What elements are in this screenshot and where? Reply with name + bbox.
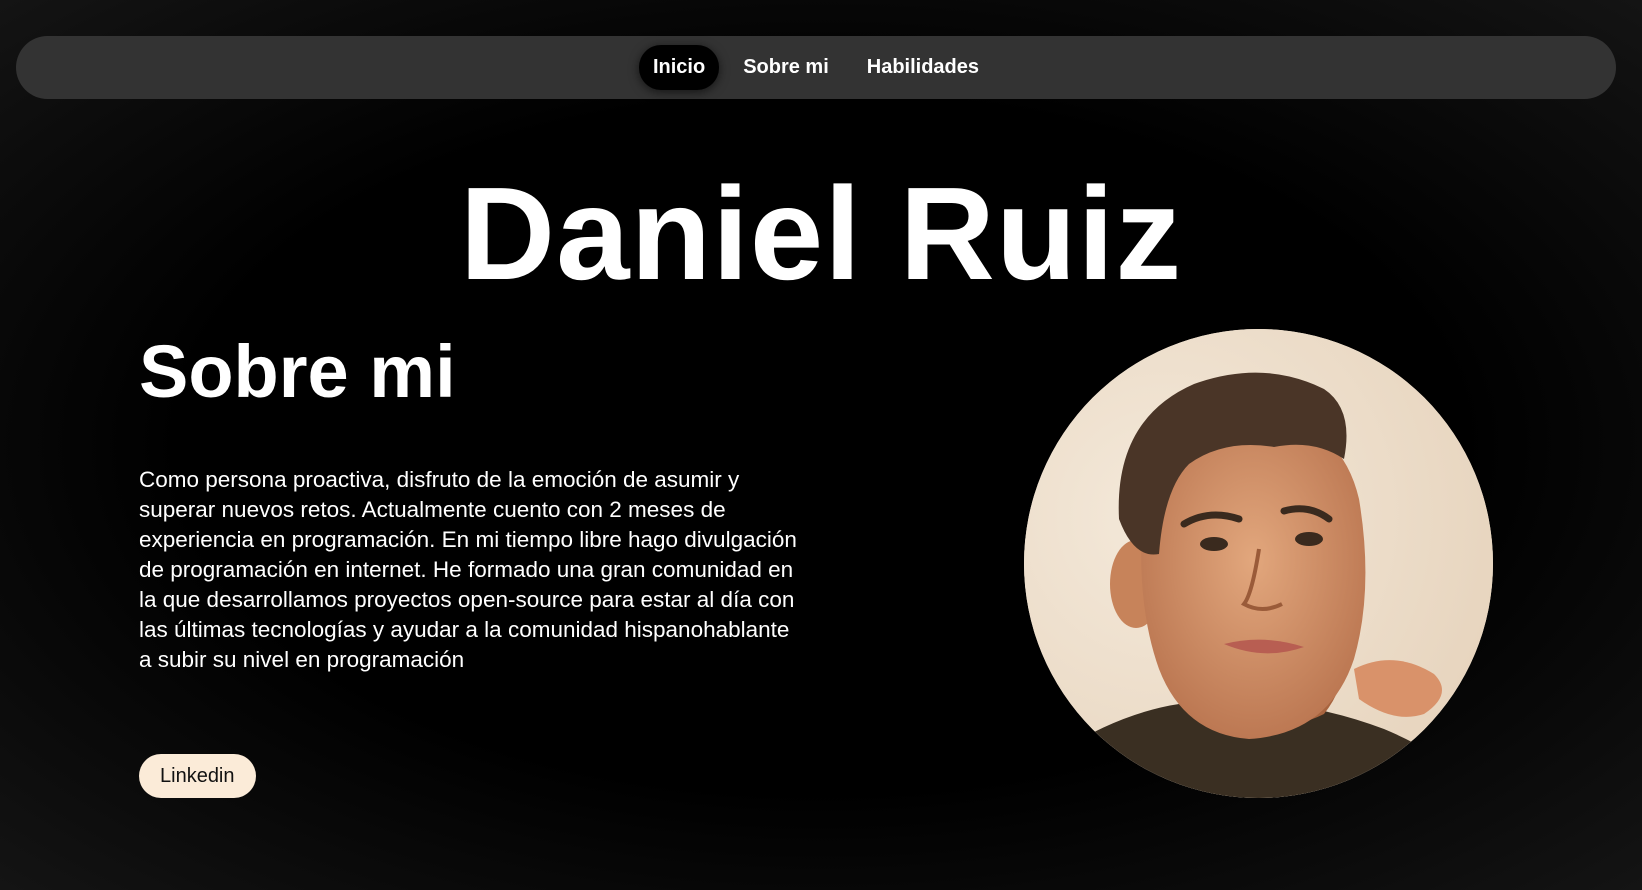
about-title: Sobre mi [139,330,456,413]
nav-link-sobre-mi[interactable]: Sobre mi [729,45,843,90]
profile-photo [1024,329,1493,798]
nav-link-habilidades[interactable]: Habilidades [853,45,993,90]
hero-name: Daniel Ruiz [459,160,1183,307]
linkedin-button[interactable]: Linkedin [139,754,256,798]
nav-link-inicio[interactable]: Inicio [638,45,720,90]
about-description: Como persona proactiva, disfruto de la e… [139,467,797,672]
navbar: Inicio Sobre mi Habilidades [16,36,1616,99]
profile-photo-illustration [1024,329,1493,798]
